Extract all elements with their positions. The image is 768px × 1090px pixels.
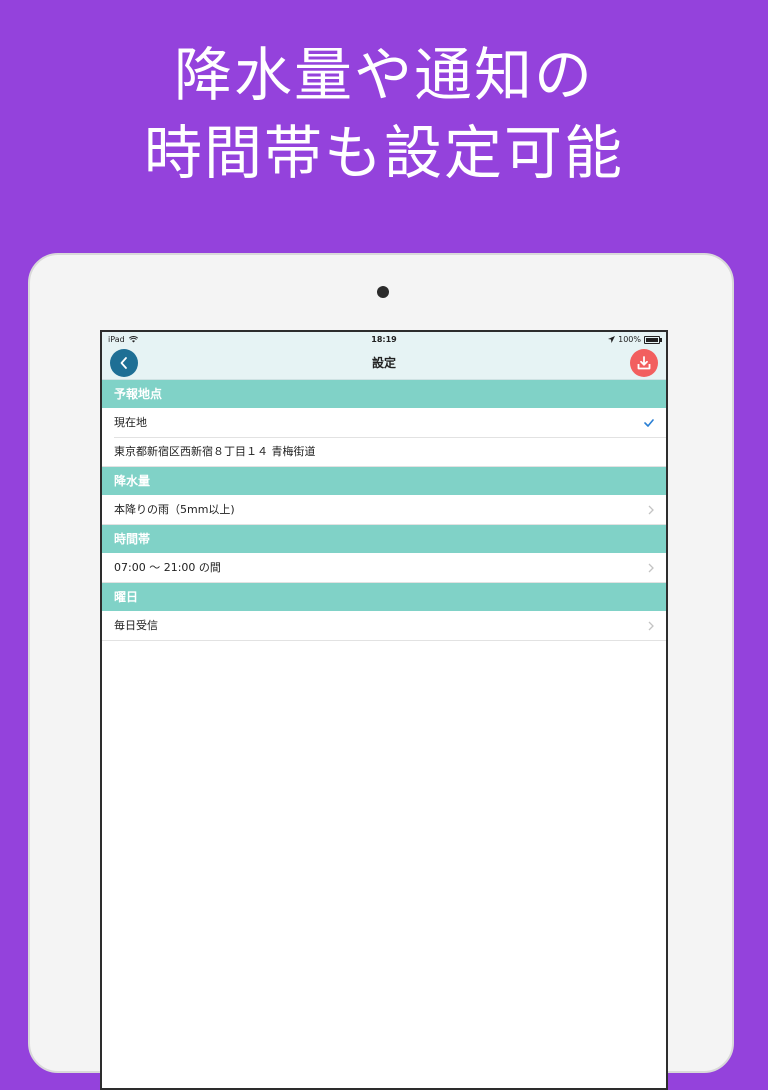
row-weekday[interactable]: 毎日受信: [102, 611, 666, 641]
chevron-right-icon: [648, 611, 654, 640]
row-label: 毎日受信: [114, 619, 158, 632]
row-address[interactable]: 東京都新宿区西新宿８丁目１４ 青梅街道: [102, 437, 666, 467]
export-button[interactable]: [630, 349, 658, 377]
promo-line-1: 降水量や通知の: [173, 41, 594, 109]
row-label: 07:00 〜 21:00 の間: [114, 561, 221, 574]
chevron-right-icon: [648, 553, 654, 582]
status-time: 18:19: [371, 335, 397, 344]
section-header-time-range: 時間帯: [102, 525, 666, 553]
section-header-precipitation: 降水量: [102, 467, 666, 495]
row-label: 本降りの雨（5mm以上): [114, 503, 235, 516]
row-label: 現在地: [114, 416, 147, 429]
promo-line-2: 時間帯も設定可能: [143, 119, 624, 187]
navigation-bar: 設定: [102, 347, 666, 380]
page-title: 設定: [371, 356, 396, 370]
promo-headline: 降水量や通知の 時間帯も設定可能: [0, 36, 768, 192]
status-bar: iPad 18:19 100%: [102, 332, 666, 347]
location-arrow-icon: [608, 336, 616, 343]
status-right: 100%: [608, 332, 662, 347]
app-screen: iPad 18:19 100% 設定 予報地点 現在地 東京都新宿区西新宿８丁目…: [100, 330, 668, 1090]
row-time-range[interactable]: 07:00 〜 21:00 の間: [102, 553, 666, 583]
battery-percent: 100%: [618, 335, 641, 344]
section-header-forecast-location: 予報地点: [102, 380, 666, 408]
chevron-right-icon: [648, 495, 654, 524]
section-header-weekday: 曜日: [102, 583, 666, 611]
row-current-location[interactable]: 現在地: [102, 408, 666, 437]
ipad-frame: iPad 18:19 100% 設定 予報地点 現在地 東京都新宿区西新宿８丁目…: [28, 253, 734, 1090]
download-tray-icon: [637, 356, 651, 370]
camera-icon: [377, 286, 389, 298]
battery-icon: [644, 335, 662, 344]
checkmark-icon: [644, 408, 654, 437]
row-precipitation[interactable]: 本降りの雨（5mm以上): [102, 495, 666, 525]
row-label: 東京都新宿区西新宿８丁目１４ 青梅街道: [114, 445, 316, 458]
